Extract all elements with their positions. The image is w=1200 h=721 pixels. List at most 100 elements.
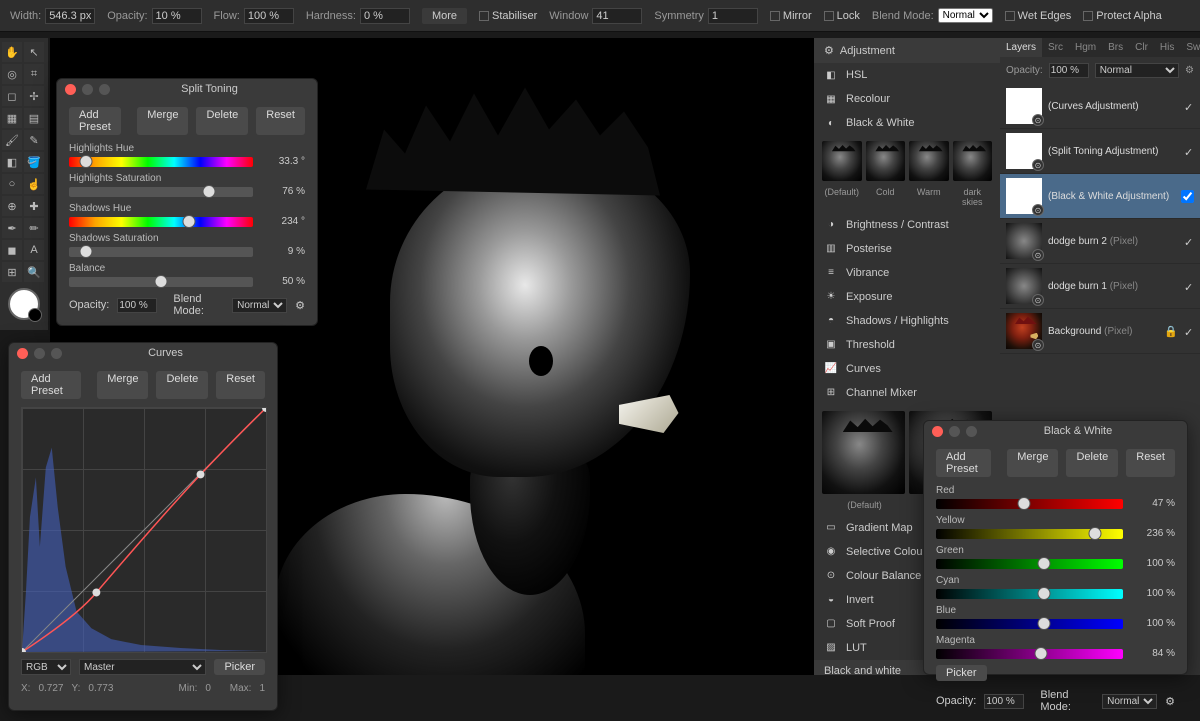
color-swatch[interactable] xyxy=(8,288,40,320)
tab-hgm[interactable]: Hgm xyxy=(1069,38,1102,57)
st-opacity-input[interactable] xyxy=(117,298,157,313)
curves-channel-select[interactable]: RGB xyxy=(21,659,71,675)
dodge-tool[interactable]: ○ xyxy=(2,174,22,194)
visibility-icon[interactable]: ✓ xyxy=(1184,236,1194,246)
pen-tool[interactable]: ✒ xyxy=(2,218,22,238)
more-button[interactable]: More xyxy=(422,8,467,24)
visibility-icon[interactable]: ✓ xyxy=(1184,101,1194,111)
layer-item[interactable]: ⊙dodge burn 2 (Pixel)✓ xyxy=(1000,219,1200,264)
merge-button[interactable]: Merge xyxy=(137,107,188,135)
adjustment-threshold[interactable]: ▣Threshold xyxy=(814,333,1000,357)
flow-input[interactable] xyxy=(244,8,294,24)
adjustment-brightness-contrast[interactable]: ◑Brightness / Contrast xyxy=(814,213,1000,237)
layer-item[interactable]: ⊙dodge burn 1 (Pixel)✓ xyxy=(1000,264,1200,309)
delete-button[interactable]: Delete xyxy=(196,107,248,135)
shadows-hue-slider[interactable] xyxy=(69,217,253,227)
curves-merge-button[interactable]: Merge xyxy=(97,371,148,399)
zoom-tool[interactable]: 🔍 xyxy=(24,262,44,282)
protect-alpha-toggle[interactable]: Protect Alpha xyxy=(1083,10,1161,22)
fill-tool[interactable]: 🪣 xyxy=(24,152,44,172)
highlights-hue-slider[interactable] xyxy=(69,157,253,167)
gear-icon[interactable]: ⚙ xyxy=(1185,65,1194,76)
bw-add-preset-button[interactable]: Add Preset xyxy=(936,449,991,477)
mesh-tool[interactable]: ⊞ xyxy=(2,262,22,282)
visibility-icon[interactable]: ✓ xyxy=(1184,146,1194,156)
bw-merge-button[interactable]: Merge xyxy=(1007,449,1058,477)
bw-picker-button[interactable]: Picker xyxy=(936,665,987,681)
adjustment-shadows-highlights[interactable]: ◓Shadows / Highlights xyxy=(814,309,1000,333)
layers-blend-select[interactable]: Normal xyxy=(1095,63,1179,78)
window-input[interactable] xyxy=(592,8,642,24)
st-blend-select[interactable]: Normal xyxy=(232,298,287,313)
bw-green-slider[interactable] xyxy=(936,559,1123,569)
layer-item[interactable]: ⊙(Black & White Adjustment) xyxy=(1000,174,1200,219)
layer-item[interactable]: ⊙(Split Toning Adjustment)✓ xyxy=(1000,129,1200,174)
erase-tool[interactable]: ◧ xyxy=(2,152,22,172)
pencil-tool[interactable]: ✏ xyxy=(24,218,44,238)
curves-picker-button[interactable]: Picker xyxy=(214,659,265,675)
stabiliser-toggle[interactable]: Stabiliser xyxy=(479,10,537,22)
curves-add-preset-button[interactable]: Add Preset xyxy=(21,371,81,399)
hand-tool[interactable]: ✋ xyxy=(2,42,22,62)
gear-icon[interactable]: ⚙ xyxy=(295,299,305,312)
adjustment-exposure[interactable]: ☀Exposure xyxy=(814,285,1000,309)
adjustment-channel-mixer[interactable]: ⊞Channel Mixer xyxy=(814,381,1000,405)
clone-tool[interactable]: ⊕ xyxy=(2,196,22,216)
adjustment-hsl[interactable]: ◧HSL xyxy=(814,63,1000,87)
preset-thumb[interactable] xyxy=(909,141,949,181)
heal-tool[interactable]: ✚ xyxy=(24,196,44,216)
layer-checkbox[interactable] xyxy=(1181,190,1194,203)
balance-slider[interactable] xyxy=(69,277,253,287)
pixel-tool[interactable]: ✎ xyxy=(24,130,44,150)
adjustment-vibrance[interactable]: ≡Vibrance xyxy=(814,261,1000,285)
bw-opacity-input[interactable] xyxy=(984,694,1024,709)
reset-button[interactable]: Reset xyxy=(256,107,305,135)
preset-thumb[interactable] xyxy=(866,141,906,181)
bw-blue-slider[interactable] xyxy=(936,619,1123,629)
bw-yellow-slider[interactable] xyxy=(936,529,1123,539)
bw-reset-button[interactable]: Reset xyxy=(1126,449,1175,477)
curves-delete-button[interactable]: Delete xyxy=(156,371,208,399)
gradient-tool[interactable]: ▤ xyxy=(24,108,44,128)
lock-toggle[interactable]: Lock xyxy=(824,10,860,22)
tab-layers[interactable]: Layers xyxy=(1000,38,1042,57)
view-tool[interactable]: ◎ xyxy=(2,64,22,84)
bw-magenta-slider[interactable] xyxy=(936,649,1123,659)
tab-brs[interactable]: Brs xyxy=(1102,38,1129,57)
bw-blend-select[interactable]: Normal xyxy=(1102,694,1157,709)
symmetry-input[interactable] xyxy=(708,8,758,24)
gear-icon[interactable]: ⚙ xyxy=(1165,695,1175,708)
curves-reset-button[interactable]: Reset xyxy=(216,371,265,399)
highlights-sat-slider[interactable] xyxy=(69,187,253,197)
bw-delete-button[interactable]: Delete xyxy=(1066,449,1118,477)
curves-master-select[interactable]: Master xyxy=(79,659,206,675)
paint-brush-tool[interactable]: 🖌 xyxy=(2,130,22,150)
tab-src[interactable]: Src xyxy=(1042,38,1069,57)
shape-tool[interactable]: ◼ xyxy=(2,240,22,260)
selection-tool[interactable]: ◻ xyxy=(2,86,22,106)
blend-mode-select[interactable]: Normal xyxy=(938,8,993,23)
visibility-icon[interactable]: ✓ xyxy=(1184,281,1194,291)
brush-sel-tool[interactable]: ✢ xyxy=(24,86,44,106)
add-preset-button[interactable]: Add Preset xyxy=(69,107,121,135)
preset-thumb[interactable] xyxy=(953,141,993,181)
bw-red-slider[interactable] xyxy=(936,499,1123,509)
layer-item[interactable]: ⊙Background (Pixel)🔒✓ xyxy=(1000,309,1200,354)
visibility-icon[interactable]: ✓ xyxy=(1184,326,1194,336)
crop-tool[interactable]: ⌗ xyxy=(24,64,44,84)
gear-icon[interactable]: ⚙ xyxy=(824,44,834,57)
mirror-toggle[interactable]: Mirror xyxy=(770,10,812,22)
layer-item[interactable]: ⊙(Curves Adjustment)✓ xyxy=(1000,84,1200,129)
curves-graph[interactable] xyxy=(21,407,267,653)
smudge-tool[interactable]: ☝ xyxy=(24,174,44,194)
adjustment-black-white[interactable]: ◐Black & White xyxy=(814,111,1000,135)
preset-thumb[interactable] xyxy=(822,411,905,494)
flood-tool[interactable]: ▦ xyxy=(2,108,22,128)
adjustment-recolour[interactable]: ▦Recolour xyxy=(814,87,1000,111)
tab-swt[interactable]: Swt xyxy=(1180,38,1200,57)
tab-clr[interactable]: Clr xyxy=(1129,38,1154,57)
hardness-input[interactable] xyxy=(360,8,410,24)
move-tool[interactable]: ↖ xyxy=(24,42,44,62)
layers-opacity-input[interactable] xyxy=(1049,63,1089,78)
text-tool[interactable]: A xyxy=(24,240,44,260)
